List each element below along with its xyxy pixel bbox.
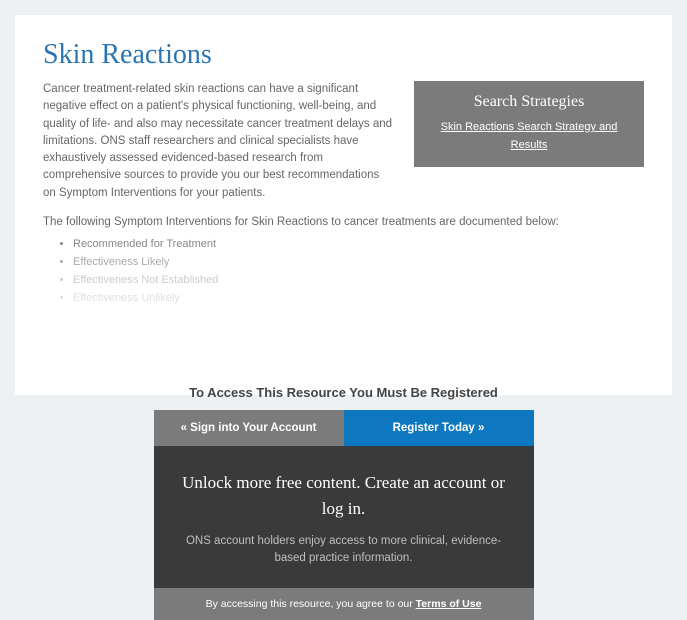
terms-link[interactable]: Terms of Use (416, 598, 482, 610)
gate-title: To Access This Resource You Must Be Regi… (154, 385, 534, 400)
aside-link[interactable]: Skin Reactions Search Strategy and Resul… (441, 121, 618, 151)
list-item: Recommended for Treatment (73, 238, 644, 250)
signin-button[interactable]: « Sign into Your Account (154, 410, 344, 446)
intervention-list: Recommended for Treatment Effectiveness … (43, 238, 644, 304)
gate-headline: Unlock more free content. Create an acco… (180, 470, 508, 521)
footer-pre: By accessing this resource, you agree to… (206, 598, 416, 610)
search-strategies-box: Search Strategies Skin Reactions Search … (414, 81, 644, 167)
top-row: Cancer treatment-related skin reactions … (43, 81, 644, 202)
gate-subtext: ONS account holders enjoy access to more… (180, 533, 508, 568)
register-button[interactable]: Register Today » (344, 410, 534, 446)
list-item: Effectiveness Not Established (73, 274, 644, 286)
access-gate: To Access This Resource You Must Be Regi… (154, 385, 534, 620)
intro-text: Cancer treatment-related skin reactions … (43, 81, 394, 202)
gate-footer: By accessing this resource, you agree to… (154, 588, 534, 620)
page-title: Skin Reactions (43, 39, 644, 71)
subintro-text: The following Symptom Interventions for … (43, 216, 644, 228)
list-item: Effectiveness Likely (73, 256, 644, 268)
button-row: « Sign into Your Account Register Today … (154, 410, 534, 446)
gate-body: Unlock more free content. Create an acco… (154, 446, 534, 588)
content-card: Skin Reactions Cancer treatment-related … (15, 15, 672, 395)
list-item: Effectiveness Unlikely (73, 292, 644, 304)
aside-title: Search Strategies (424, 93, 634, 111)
